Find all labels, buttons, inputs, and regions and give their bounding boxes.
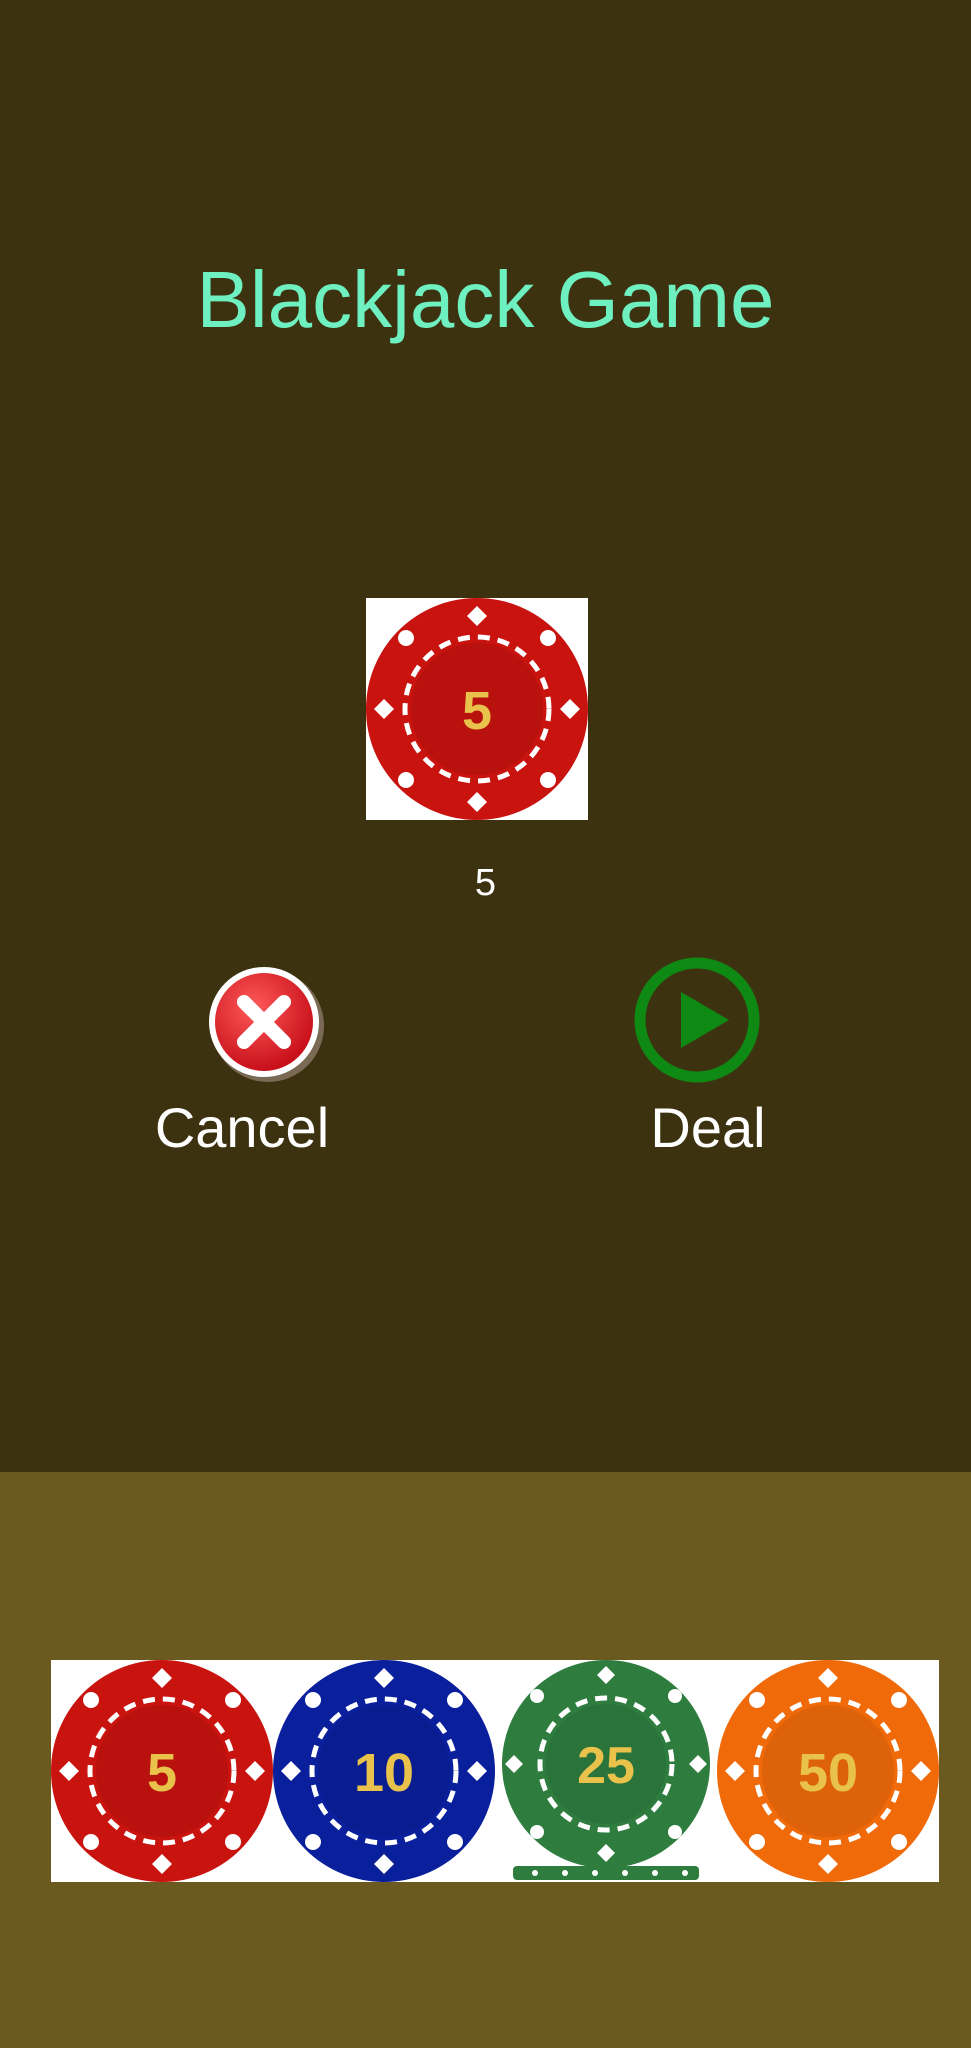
chip-50-icon: 50 xyxy=(717,1660,939,1882)
svg-text:10: 10 xyxy=(354,1743,414,1803)
svg-text:5: 5 xyxy=(147,1743,177,1803)
chip-5-icon: 5 xyxy=(366,598,588,820)
chip-25-icon: 25 xyxy=(502,1660,710,1880)
chip-50-button[interactable]: 50 xyxy=(717,1660,939,1882)
play-circle-icon xyxy=(634,957,760,1083)
cancel-label: Cancel xyxy=(154,1096,330,1159)
bet-amount-label: 5 xyxy=(474,862,497,904)
page-title: Blackjack Game xyxy=(196,255,775,344)
chip-25-button[interactable]: 25 xyxy=(495,1660,717,1882)
svg-text:25: 25 xyxy=(577,1737,635,1795)
chip-10-icon: 10 xyxy=(273,1660,495,1882)
svg-text:5: 5 xyxy=(462,681,492,741)
chip-5-icon: 5 xyxy=(51,1660,273,1882)
close-circle-icon xyxy=(209,967,324,1082)
deal-button[interactable]: Deal xyxy=(578,956,838,1176)
current-bet-chip: 5 xyxy=(366,598,588,820)
chip-tray: 5 10 25 50 xyxy=(51,1660,941,1885)
game-table-area: Blackjack Game 5 5 Cancel Deal xyxy=(0,0,971,1472)
svg-text:50: 50 xyxy=(798,1743,858,1803)
cancel-button[interactable]: Cancel xyxy=(112,956,372,1176)
chip-10-button[interactable]: 10 xyxy=(273,1660,495,1882)
deal-label: Deal xyxy=(650,1096,766,1159)
chip-5-button[interactable]: 5 xyxy=(51,1660,273,1882)
